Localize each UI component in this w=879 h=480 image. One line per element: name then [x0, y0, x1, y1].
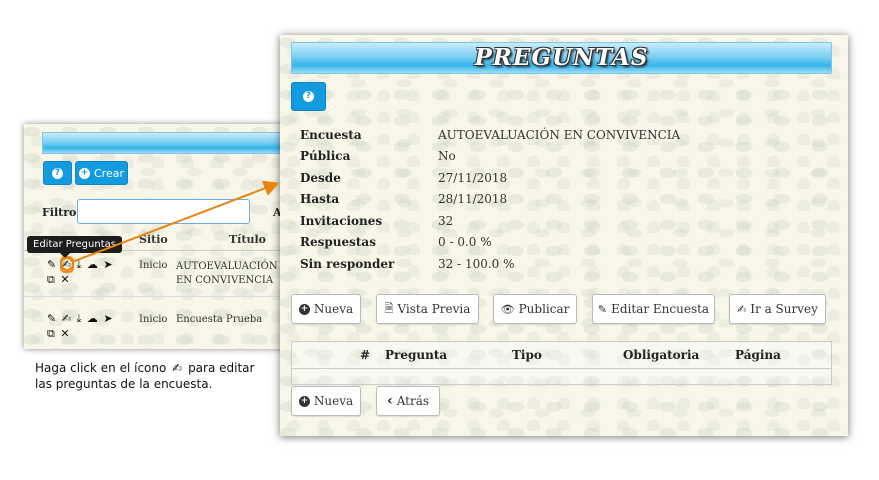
preview-button[interactable]: 🗎 Vista Previa: [376, 294, 479, 324]
pencil-icon: ✎: [597, 302, 608, 316]
preview-button-label: Vista Previa: [397, 302, 471, 316]
invitations-value: 32: [438, 214, 454, 228]
survey-value: AUTOEVALUACIÓN EN CONVIVENCIA: [438, 128, 681, 142]
new-button-label: Nueva: [313, 394, 354, 408]
to-value: 28/11/2018: [438, 192, 508, 206]
send-icon[interactable]: ➤: [103, 258, 113, 271]
publish-button-label: Publicar: [518, 302, 570, 316]
to-label: Hasta: [300, 192, 340, 206]
new-question-button[interactable]: + Nueva: [291, 294, 361, 324]
page-column-header: Página: [735, 348, 781, 362]
download-icon[interactable]: ⤓: [76, 258, 82, 271]
back-button[interactable]: ‹ Atrás: [376, 386, 440, 416]
new-question-button-bottom[interactable]: + Nueva: [291, 386, 361, 416]
copy-icon[interactable]: ⧉: [47, 327, 56, 340]
delete-icon[interactable]: ✕: [60, 273, 70, 286]
row-title[interactable]: AUTOEVALUACIÓN EN CONVIVENCIA: [176, 260, 286, 288]
questions-panel: PREGUNTAS ? Encuesta AUTOEVALUACIÓN EN C…: [280, 35, 848, 436]
type-column-header: Tipo: [512, 348, 542, 362]
go-survey-button-label: Ir a Survey: [750, 302, 818, 316]
go-survey-button[interactable]: ✍ Ir a Survey: [729, 294, 826, 324]
responses-label: Respuestas: [300, 235, 376, 249]
row-title[interactable]: Encuesta Prueba: [176, 314, 262, 325]
back-button-label: Atrás: [396, 394, 430, 408]
edit-icon: ✍: [737, 302, 747, 316]
edit-questions-icon[interactable]: ✍: [59, 256, 74, 273]
create-button[interactable]: + Crear: [75, 161, 128, 185]
survey-label: Encuesta: [300, 128, 362, 142]
chevron-left-icon: ‹: [386, 393, 393, 409]
plus-circle-icon: +: [298, 395, 310, 407]
required-column-header: Obligatoria: [623, 348, 700, 362]
plus-circle-icon: +: [79, 167, 90, 179]
create-button-label: Crear: [94, 166, 124, 180]
pencil-icon[interactable]: ✎: [47, 312, 57, 325]
instruction-caption: Haga click en el ícono ✍ para editar las…: [35, 360, 275, 392]
table-header-divider: [292, 368, 831, 369]
help-button[interactable]: ?: [291, 82, 326, 111]
row-site: Inicio: [139, 260, 168, 271]
from-label: Desde: [300, 171, 341, 185]
public-label: Pública: [300, 149, 351, 163]
download-icon[interactable]: ⤓: [76, 312, 82, 325]
unanswered-label: Sin responder: [300, 257, 395, 271]
list-header-bar: [42, 132, 311, 154]
title-column-header: Título: [229, 233, 266, 246]
cloud-icon[interactable]: ☁: [87, 258, 99, 271]
edit-survey-button[interactable]: ✎ Editar Encuesta: [592, 294, 715, 324]
eye-icon: 👁: [500, 302, 515, 316]
question-column-header: Pregunta: [385, 348, 448, 362]
row-actions-2: ⧉ ✕: [47, 327, 71, 341]
delete-icon[interactable]: ✕: [60, 327, 70, 340]
invitations-label: Invitaciones: [300, 214, 383, 228]
unanswered-value: 32 - 100.0 %: [438, 257, 515, 271]
title-bar: PREGUNTAS: [291, 42, 832, 74]
row-site: Inicio: [139, 314, 168, 325]
row-divider: [24, 296, 310, 297]
publish-button[interactable]: 👁 Publicar: [493, 294, 577, 324]
filter-label: Filtro: [42, 206, 77, 219]
row-actions-2: ⧉ ✕: [47, 273, 71, 287]
question-circle-icon: ?: [52, 167, 63, 179]
site-column-header: Sitio: [139, 233, 168, 246]
page-title: PREGUNTAS: [474, 44, 649, 71]
cloud-icon[interactable]: ☁: [87, 312, 99, 325]
edit-questions-icon: ✍: [172, 361, 183, 375]
new-button-label: Nueva: [313, 302, 354, 316]
public-value: No: [438, 149, 456, 163]
copy-icon[interactable]: ⧉: [47, 273, 56, 286]
help-button[interactable]: ?: [43, 161, 72, 185]
caption-text-before: Haga click en el ícono: [35, 361, 167, 375]
file-icon: 🗎: [384, 301, 394, 315]
from-value: 27/11/2018: [438, 171, 508, 185]
pencil-icon[interactable]: ✎: [47, 258, 57, 271]
send-icon[interactable]: ➤: [103, 312, 113, 325]
row-actions: ✎ ✍ ⤓ ☁ ➤: [47, 256, 114, 273]
question-circle-icon: ?: [303, 91, 314, 102]
plus-circle-icon: +: [298, 303, 310, 315]
filter-input[interactable]: [77, 199, 250, 224]
edit-questions-icon[interactable]: ✍: [62, 312, 72, 325]
questions-table: # Pregunta Tipo Obligatoria Página: [291, 341, 832, 385]
edit-survey-button-label: Editar Encuesta: [611, 302, 710, 316]
row-actions: ✎ ✍ ⤓ ☁ ➤: [47, 312, 114, 326]
responses-value: 0 - 0.0 %: [438, 235, 492, 249]
number-column-header: #: [360, 348, 371, 362]
edit-questions-tooltip: Editar Preguntas: [27, 236, 122, 258]
